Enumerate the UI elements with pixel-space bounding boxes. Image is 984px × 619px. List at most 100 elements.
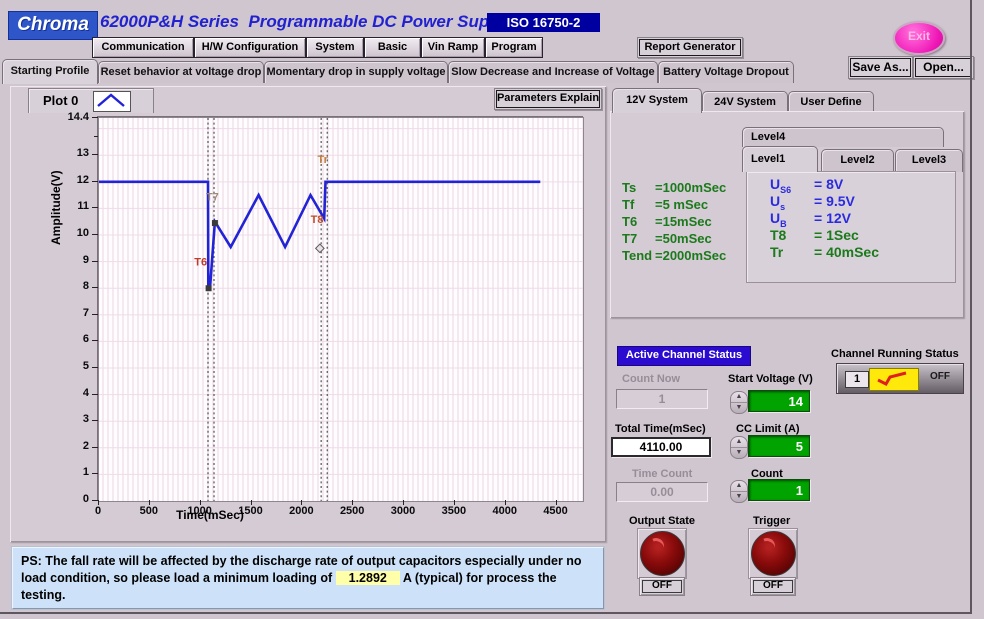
trigger-knob[interactable] — [751, 531, 796, 576]
x-tick-label: 4500 — [536, 505, 576, 517]
y-tick-label: 10 — [62, 227, 89, 239]
waveform-peak-icon[interactable] — [93, 91, 131, 112]
plot-title: Plot 0 — [43, 93, 78, 108]
x-tick-label: 4000 — [485, 505, 525, 517]
tab-level3[interactable]: Level3 — [895, 149, 963, 172]
y-tick-label: 6 — [62, 333, 89, 345]
tab-level2[interactable]: Level2 — [821, 149, 894, 172]
waveform-annotation: Tr — [317, 154, 328, 166]
check-icon — [869, 368, 919, 391]
window-right-edge — [970, 0, 972, 614]
waveform-marker[interactable] — [206, 285, 212, 291]
x-axis-label: Time(mSec) — [150, 508, 270, 522]
trigger-off-button[interactable]: OFF — [750, 577, 796, 596]
y-tick-label: 3 — [62, 413, 89, 425]
tab-momentary-drop[interactable]: Momentary drop in supply voltage — [264, 61, 448, 83]
y-tick — [92, 420, 98, 421]
start-voltage-field[interactable]: 14 — [748, 390, 810, 412]
trigger-knob-panel — [748, 528, 798, 579]
y-tick — [92, 234, 98, 235]
x-tick-label: 2000 — [281, 505, 321, 517]
y-tick-label: 4 — [62, 387, 89, 399]
save-as-button[interactable]: Save As... — [848, 56, 913, 79]
y-tick — [92, 207, 98, 208]
time-count-label: Time Count — [632, 468, 692, 480]
value-tr: Tr= 40mSec — [770, 244, 879, 263]
tab-24v-system[interactable]: 24V System — [702, 91, 788, 113]
cc-limit-label: CC Limit (A) — [736, 423, 800, 435]
y-tick — [92, 181, 98, 182]
y-tick — [92, 394, 98, 395]
y-tick-label: 0 — [62, 493, 89, 505]
x-tick-label: 0 — [78, 505, 118, 517]
program-button[interactable]: Program — [485, 37, 543, 58]
communication-button[interactable]: Communication — [92, 37, 194, 58]
y-axis-label: Amplitude(V) — [49, 229, 63, 245]
waveform-marker[interactable] — [316, 244, 324, 252]
y-tick — [92, 367, 98, 368]
value-ub: UB= 12V — [770, 210, 851, 229]
x-tick-label: 2500 — [332, 505, 372, 517]
output-state-off-button[interactable]: OFF — [639, 577, 685, 596]
waveform-marker[interactable] — [212, 220, 218, 226]
y-tick — [92, 287, 98, 288]
y-tick — [92, 154, 98, 155]
y-tick — [92, 261, 98, 262]
output-state-knob[interactable] — [640, 531, 685, 576]
count-now-field: 1 — [616, 389, 708, 409]
y-tick-label: 11 — [62, 200, 89, 212]
tab-reset-behavior[interactable]: Reset behavior at voltage drop — [98, 61, 264, 83]
basic-button[interactable]: Basic — [364, 37, 421, 58]
time-count-field: 0.00 — [616, 482, 708, 502]
channel-running-status-toggle[interactable]: 1 OFF — [836, 363, 964, 394]
x-tick-label: 3500 — [434, 505, 474, 517]
count-field[interactable]: 1 — [748, 479, 810, 501]
trigger-label: Trigger — [753, 515, 790, 527]
tab-user-define[interactable]: User Define — [788, 91, 874, 113]
value-us6: US6= 8V — [770, 176, 843, 195]
plot-area[interactable]: T6T7T8Tr — [98, 117, 584, 502]
tab-level1[interactable]: Level1 — [742, 146, 818, 172]
exit-button[interactable]: Exit — [893, 21, 945, 55]
tab-12v-system[interactable]: 12V System — [612, 88, 702, 113]
start-voltage-spinner[interactable]: ▲▼ — [730, 391, 748, 414]
y-tick-label: 14.4 — [56, 111, 89, 123]
total-time-field[interactable]: 4110.00 — [611, 437, 711, 457]
tab-level4[interactable]: Level4 — [742, 127, 944, 147]
y-tick — [92, 340, 98, 341]
cc-limit-field[interactable]: 5 — [748, 435, 810, 457]
parameters-explain-button[interactable]: Parameters Explain — [494, 88, 602, 110]
waveform-annotation: T8 — [311, 214, 324, 226]
y-tick-label: 13 — [62, 147, 89, 159]
value-us: Us= 9.5V — [770, 193, 855, 212]
y-tick-label: 2 — [62, 440, 89, 452]
y-tick — [92, 473, 98, 474]
start-voltage-label: Start Voltage (V) — [728, 373, 813, 385]
iso-standard-badge: ISO 16750-2 — [487, 13, 600, 32]
channel-number: 1 — [845, 371, 869, 388]
output-state-label: Output State — [629, 515, 695, 527]
chroma-logo: Chroma — [8, 11, 98, 40]
application-window: Chroma 62000P&H Series Programmable DC P… — [0, 0, 984, 619]
count-spinner[interactable]: ▲▼ — [730, 480, 748, 503]
tab-slow-decrease[interactable]: Slow Decrease and Increase of Voltage — [448, 61, 658, 83]
y-tick-label: 7 — [62, 307, 89, 319]
tab-battery-dropout[interactable]: Battery Voltage Dropout — [658, 61, 794, 83]
count-now-label: Count Now — [622, 373, 680, 385]
app-title: 62000P&H Series Programmable DC Power Su… — [100, 12, 514, 32]
y-tick-label: 1 — [62, 466, 89, 478]
total-time-label: Total Time(mSec) — [615, 423, 706, 435]
hw-configuration-button[interactable]: H/W Configuration — [194, 37, 306, 58]
report-generator-button[interactable]: Report Generator — [637, 37, 743, 58]
tab-starting-profile[interactable]: Starting Profile — [2, 59, 98, 84]
cc-limit-spinner[interactable]: ▲▼ — [730, 436, 748, 459]
vin-ramp-button[interactable]: Vin Ramp — [421, 37, 485, 58]
system-button[interactable]: System — [306, 37, 364, 58]
x-tick-label: 3000 — [383, 505, 423, 517]
y-minor-tick — [94, 136, 98, 137]
y-tick — [92, 314, 98, 315]
open-button[interactable]: Open... — [913, 56, 974, 79]
plot-legend[interactable]: Plot 0 — [28, 88, 154, 113]
waveform-annotation: T7 — [206, 191, 219, 203]
y-tick — [92, 117, 98, 118]
